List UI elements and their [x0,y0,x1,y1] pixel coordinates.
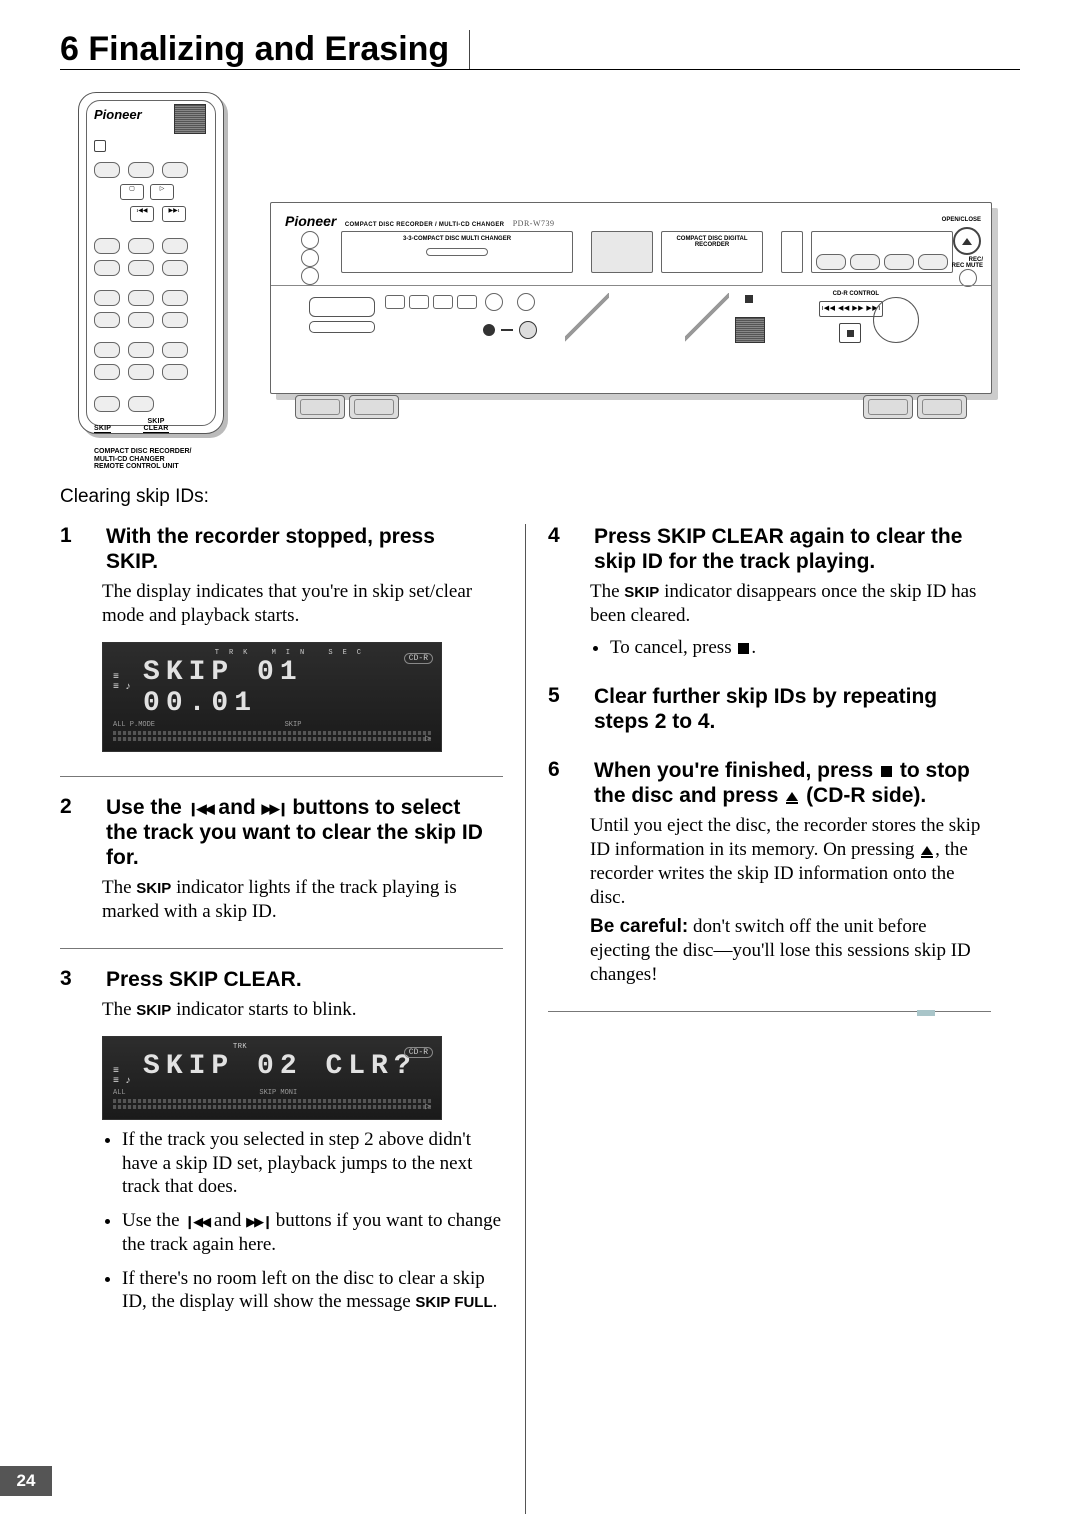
step-3-heading: Press SKIP CLEAR. [106,967,486,992]
title-rule [60,69,1020,70]
remote-caption: COMPACT DISC RECORDER/ MULTI-CD CHANGER … [94,448,191,471]
cd-logo-icon [735,317,765,343]
step-4-heading: Press SKIP CLEAR again to clear the skip… [594,524,974,574]
stop-icon [738,643,749,654]
next-track-icon [246,1221,271,1222]
unit-model: PDR-W739 [509,219,555,228]
lcd-display-1: CD-R TRK MIN SEC ≡≡♪SKIP 01 00.01 ALL P.… [102,642,442,752]
eject-icon [786,792,798,801]
step-5-heading: Clear further skip IDs by repeating step… [594,684,974,734]
open-close-label: OPEN/CLOSE [942,217,981,223]
step-3-bullets: If the track you selected in step 2 abov… [102,1128,503,1314]
page-number: 24 [0,1466,52,1496]
remote-skip-labels: SKIP SKIP CLEAR [94,418,206,433]
next-track-icon [262,807,287,809]
step-2-body: The SKIP indicator lights if the track p… [102,876,503,924]
step-1-heading: With the recorder stopped, press SKIP. [106,524,486,574]
unit-subtitle: COMPACT DISC RECORDER / MULTI-CD CHANGER [341,222,504,228]
step-4-bullets: To cancel, press . [590,636,991,660]
step-1: 1 With the recorder stopped, press SKIP.… [60,524,503,752]
selector-button-icon [301,249,319,267]
selector-button-icon [301,231,319,249]
step-3-body: The SKIP indicator starts to blink. [102,998,503,1022]
step-1-body: The display indicates that you're in ski… [102,580,503,628]
prev-track-icon [184,1221,209,1222]
intro-text: Clearing skip IDs: [60,486,1020,508]
remote-brand: Pioneer [94,107,142,122]
page-title: 6 Finalizing and Erasing [60,30,470,69]
jog-dial-icon [873,297,919,343]
stop-button-icon [839,323,861,343]
level-slider-icon [483,321,537,339]
remote-disc-icon [94,140,106,152]
step-5: 5 Clear further skip IDs by repeating st… [548,684,991,734]
remote-illustration: Pioneer ▢▷ ı◀◀▶▶ı SKIP SKIP CLEAR COMPAC… [60,92,240,472]
cdr-control-label: CD-R CONTROL [833,291,879,297]
step-2-heading: Use the and buttons to select the track … [106,795,486,871]
eject-icon [921,846,933,855]
step-3: 3 Press SKIP CLEAR. The SKIP indicator s… [60,967,503,1314]
accent-mark [917,1010,935,1016]
step-6-warning: Be careful: don't switch off the unit be… [590,915,991,986]
step-2: 2 Use the and buttons to select the trac… [60,795,503,924]
rec-mute-label: REC/ REC MUTE [952,257,983,269]
step-4: 4 Press SKIP CLEAR again to clear the sk… [548,524,991,660]
remote-button-row [94,162,188,178]
stop-icon [881,766,892,777]
unit-brand: Pioneer [285,213,336,229]
step-4-body: The SKIP indicator disappears once the s… [590,580,991,628]
unit-illustration: Pioneer COMPACT DISC RECORDER / MULTI-CD… [270,92,1020,472]
selector-button-icon [301,267,319,285]
left-tray: 3-3-COMPACT DISC MULTI CHANGER [341,231,573,273]
step-6-heading: When you're finished, press to stop the … [594,758,974,808]
remote-skip-buttons: ı◀◀▶▶ı [130,206,186,222]
right-tray: COMPACT DISC DIGITAL RECORDER [661,231,763,273]
cd-logo-icon [174,104,206,134]
eject-button-icon [953,227,981,255]
prev-track-icon [188,807,213,809]
step-6: 6 When you're finished, press to stop th… [548,758,991,987]
lcd-display-2: CD-R TRK ≡≡♪SKIP 02 CLR? ALLSKIP MONI ▷ [102,1036,442,1120]
step-6-body: Until you eject the disc, the recorder s… [590,814,991,909]
remote-square-buttons: ▢▷ [120,184,174,200]
